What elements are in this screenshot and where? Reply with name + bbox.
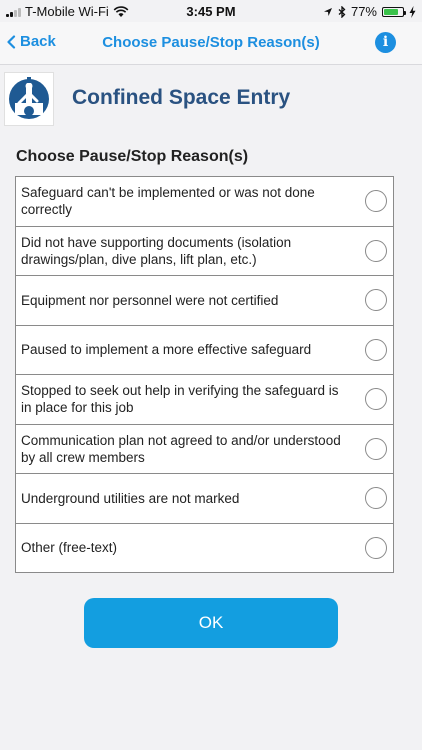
reason-label: Communication plan not agreed to and/or …: [21, 432, 341, 465]
location-icon: [323, 7, 332, 16]
reason-item[interactable]: Stopped to seek out help in verifying th…: [16, 375, 393, 425]
reason-label: Safeguard can't be implemented or was no…: [21, 185, 315, 218]
nav-bar: Back Choose Pause/Stop Reason(s) i: [0, 22, 422, 65]
reason-label: Paused to implement a more effective saf…: [21, 342, 312, 358]
app-header: Confined Space Entry: [0, 68, 422, 128]
info-icon[interactable]: i: [375, 32, 396, 53]
reason-item[interactable]: Safeguard can't be implemented or was no…: [16, 177, 393, 227]
charging-icon: [409, 5, 416, 18]
radio-button[interactable]: [365, 437, 387, 460]
radio-button[interactable]: [365, 289, 387, 311]
reason-item[interactable]: Other (free-text): [16, 524, 393, 573]
reason-label: Stopped to seek out help in verifying th…: [21, 383, 339, 416]
confined-space-logo-icon: [9, 77, 49, 119]
status-bar: T-Mobile Wi-Fi 3:45 PM 77%: [0, 0, 422, 22]
nav-title: Choose Pause/Stop Reason(s): [102, 34, 320, 51]
app-title: Confined Space Entry: [72, 86, 291, 109]
battery-percent: 77%: [350, 4, 377, 19]
radio-button[interactable]: [365, 487, 387, 509]
radio-button[interactable]: [365, 536, 387, 559]
battery-icon: [382, 6, 406, 17]
reason-label: Equipment nor personnel were not certifi…: [21, 292, 279, 308]
ok-button[interactable]: OK: [84, 598, 338, 648]
reason-item[interactable]: Did not have supporting documents (isola…: [16, 227, 393, 276]
radio-button[interactable]: [365, 388, 387, 410]
reason-item[interactable]: Equipment nor personnel were not certifi…: [16, 276, 393, 326]
radio-button[interactable]: [365, 239, 387, 262]
radio-button[interactable]: [365, 190, 387, 212]
status-right: 77%: [323, 4, 416, 19]
app-logo: [4, 72, 54, 126]
radio-button[interactable]: [365, 338, 387, 361]
reason-list: Safeguard can't be implemented or was no…: [15, 176, 394, 573]
bluetooth-icon: [338, 5, 346, 18]
reason-item[interactable]: Communication plan not agreed to and/or …: [16, 425, 393, 474]
reason-label: Underground utilities are not marked: [21, 490, 240, 506]
reason-item[interactable]: Paused to implement a more effective saf…: [16, 326, 393, 375]
reason-label: Did not have supporting documents (isola…: [21, 234, 292, 267]
reason-label: Other (free-text): [21, 540, 118, 556]
reason-item[interactable]: Underground utilities are not marked: [16, 474, 393, 524]
section-title: Choose Pause/Stop Reason(s): [16, 148, 249, 165]
battery-fill: [384, 8, 398, 15]
